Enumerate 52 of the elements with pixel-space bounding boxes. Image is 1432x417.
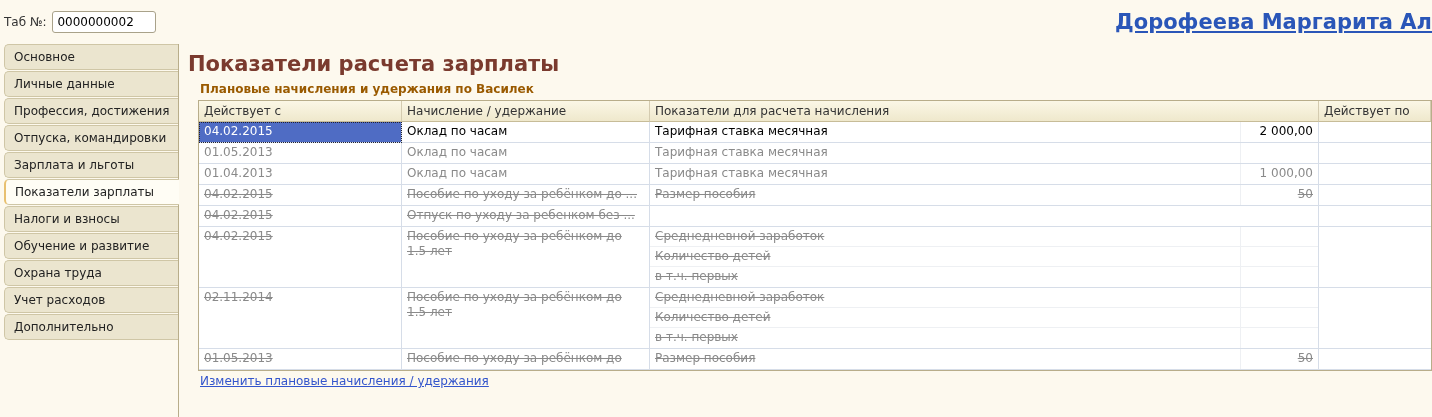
column-header: Начисление / удержание xyxy=(402,101,650,122)
sidebar-tab[interactable]: Отпуска, командировки xyxy=(4,125,178,151)
date-cell[interactable]: 04.02.2015 xyxy=(199,227,402,288)
page-title: Показатели расчета зарплаты xyxy=(188,52,561,76)
tab-number-label: Таб №: xyxy=(4,15,47,29)
indicator-name-cell-text: Количество детей xyxy=(654,309,772,326)
indicator-name-cell-text: Тарифная ставка месячная xyxy=(654,123,829,140)
change-accruals-link[interactable]: Изменить плановые начисления / удержания xyxy=(200,374,1432,388)
accrual-cell: Пособие по уходу за ребёнком до 1.5 лет xyxy=(402,288,650,349)
sidebar-tab[interactable]: Профессия, достижения xyxy=(4,98,178,124)
date-cell[interactable]: 01.05.2013 xyxy=(199,143,402,164)
indicator-name-cell-text: Размер пособия xyxy=(654,186,757,203)
sidebar-tab[interactable]: Дополнительно xyxy=(4,314,178,340)
sidebar-tab[interactable]: Зарплата и льготы xyxy=(4,152,178,178)
indicator-name-cell-text: в т.ч. первых xyxy=(654,329,739,346)
accrual-cell: Отпуск по уходу за ребенком без ... xyxy=(402,206,650,227)
tab-number-field[interactable]: 0000000002 xyxy=(52,11,157,33)
indicator-name-cell-text: Количество детей xyxy=(654,248,772,265)
indicator-value-cell: 1 000,00 xyxy=(1240,164,1318,184)
indicator-value-cell: 50 xyxy=(1240,185,1318,205)
accrual-cell: Пособие по уходу за ребёнком до 1.5 лет xyxy=(402,227,650,288)
indicator-name-cell-text: Среднедневной заработок xyxy=(654,228,826,245)
date-cell[interactable]: 04.02.2015 xyxy=(199,122,402,143)
section-title: Плановые начисления и удержания по Василек xyxy=(200,82,535,96)
sidebar-tab[interactable]: Личные данные xyxy=(4,71,178,97)
accrual-cell: Оклад по часам xyxy=(402,122,650,143)
column-header: Показатели для расчета начисления xyxy=(650,101,1319,122)
date-cell[interactable]: 01.05.2013 xyxy=(199,349,402,370)
employee-name-link[interactable]: Дорофеева Маргарита Ал xyxy=(1115,10,1432,34)
date-cell[interactable]: 02.11.2014 xyxy=(199,288,402,349)
indicator-name-cell-text: Среднедневной заработок xyxy=(654,289,826,306)
indicator-name-cell-text: Тарифная ставка месячная xyxy=(654,165,829,182)
accrual-cell: Оклад по часам xyxy=(402,164,650,185)
date-cell[interactable]: 01.04.2013 xyxy=(199,164,402,185)
indicator-name-cell-text: Размер пособия xyxy=(654,350,757,367)
indicator-name-cell-text: в т.ч. первых xyxy=(654,268,739,285)
sidebar-tab[interactable]: Налоги и взносы xyxy=(4,206,178,232)
sidebar-tab[interactable]: Охрана труда xyxy=(4,260,178,286)
indicator-value-cell: 50 xyxy=(1240,349,1318,369)
accrual-cell: Пособие по уходу за ребёнком до ... xyxy=(402,185,650,206)
indicator-value-cell: 2 000,00 xyxy=(1240,122,1318,142)
sidebar-tab[interactable]: Учет расходов xyxy=(4,287,178,313)
column-header: Действует по xyxy=(1319,101,1431,122)
sidebar-tab[interactable]: Обучение и развитие xyxy=(4,233,178,259)
column-header: Действует с xyxy=(199,101,402,122)
sidebar-tab[interactable]: Основное xyxy=(4,44,178,70)
accrual-cell: Оклад по часам xyxy=(402,143,650,164)
date-cell[interactable]: 04.02.2015 xyxy=(199,206,402,227)
accrual-cell: Пособие по уходу за ребёнком до xyxy=(402,349,650,370)
indicator-name-cell-text: Тарифная ставка месячная xyxy=(654,144,829,161)
sidebar-tab[interactable]: Показатели зарплаты xyxy=(4,179,179,205)
date-cell[interactable]: 04.02.2015 xyxy=(199,185,402,206)
